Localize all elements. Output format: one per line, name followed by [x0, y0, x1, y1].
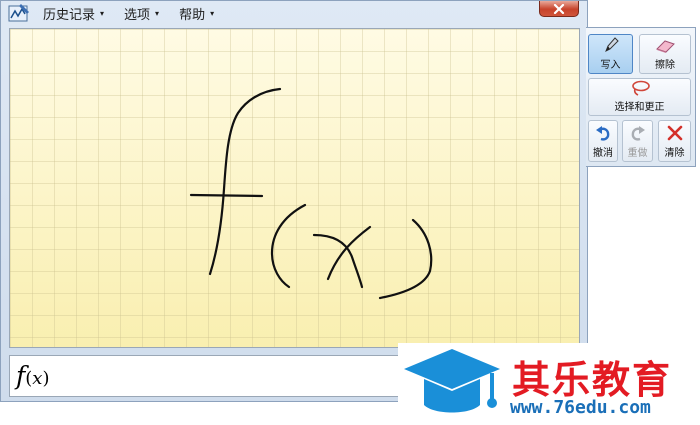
menu-help[interactable]: 帮助 ▾ — [179, 4, 214, 23]
menu-bar: 历史记录 ▾ 选项 ▾ 帮助 ▾ — [1, 1, 588, 25]
undo-button[interactable]: 撤消 — [588, 120, 618, 162]
logo-url: www.76edu.com — [510, 397, 651, 418]
erase-button[interactable]: 擦除 — [639, 34, 691, 74]
select-and-correct-button[interactable]: 选择和更正 — [588, 78, 691, 116]
clear-label: 清除 — [664, 148, 685, 159]
erase-label: 擦除 — [655, 60, 675, 71]
redo-label: 重做 — [627, 148, 648, 159]
pen-icon — [604, 37, 619, 53]
chevron-down-icon: ▾ — [210, 8, 215, 18]
eraser-icon — [656, 40, 675, 53]
ink-stroke-f-crossbar — [189, 193, 264, 198]
ink-stroke-right-paren — [378, 218, 433, 300]
graduation-cap-icon — [404, 349, 500, 413]
chevron-down-icon: ▾ — [100, 8, 105, 18]
menu-options[interactable]: 选项 ▾ — [124, 4, 159, 23]
ink-stroke-f — [208, 87, 282, 276]
undo-icon — [596, 126, 610, 141]
handwriting-ink — [189, 87, 433, 300]
menu-help-label: 帮助 — [179, 7, 206, 23]
select-and-correct-label: 选择和更正 — [614, 102, 665, 113]
math-input-app-icon — [8, 4, 29, 22]
ink-stroke-left-paren — [270, 203, 307, 289]
write-button[interactable]: 写入 — [588, 34, 633, 74]
writing-pad[interactable] — [9, 28, 580, 348]
chevron-down-icon: ▾ — [155, 8, 160, 18]
close-icon — [553, 3, 565, 14]
preview-close-paren: ) — [42, 368, 50, 389]
logo-name: 其乐教育 — [512, 358, 673, 402]
close-button[interactable] — [539, 1, 579, 17]
menu-history-label: 历史记录 — [43, 7, 96, 23]
undo-label: 撤消 — [593, 148, 613, 159]
redo-icon — [631, 126, 645, 141]
menu-options-label: 选项 — [124, 7, 151, 23]
clear-x-icon — [667, 125, 682, 141]
lasso-icon — [631, 80, 650, 96]
preview-function: f — [16, 361, 26, 390]
clear-button[interactable]: 清除 — [658, 120, 691, 162]
math-input-panel-window: 历史记录 ▾ 选项 ▾ 帮助 ▾ f(x) — [0, 0, 588, 402]
preview-argument: x — [32, 368, 43, 389]
tool-panel: 写入 擦除 选择和更正 撤消 重做 清除 — [586, 27, 696, 167]
write-label: 写入 — [600, 60, 621, 71]
watermark-logo: 其乐教育 www.76edu.com — [398, 343, 700, 425]
menu-history[interactable]: 历史记录 ▾ — [43, 4, 104, 23]
redo-button[interactable]: 重做 — [622, 120, 653, 162]
